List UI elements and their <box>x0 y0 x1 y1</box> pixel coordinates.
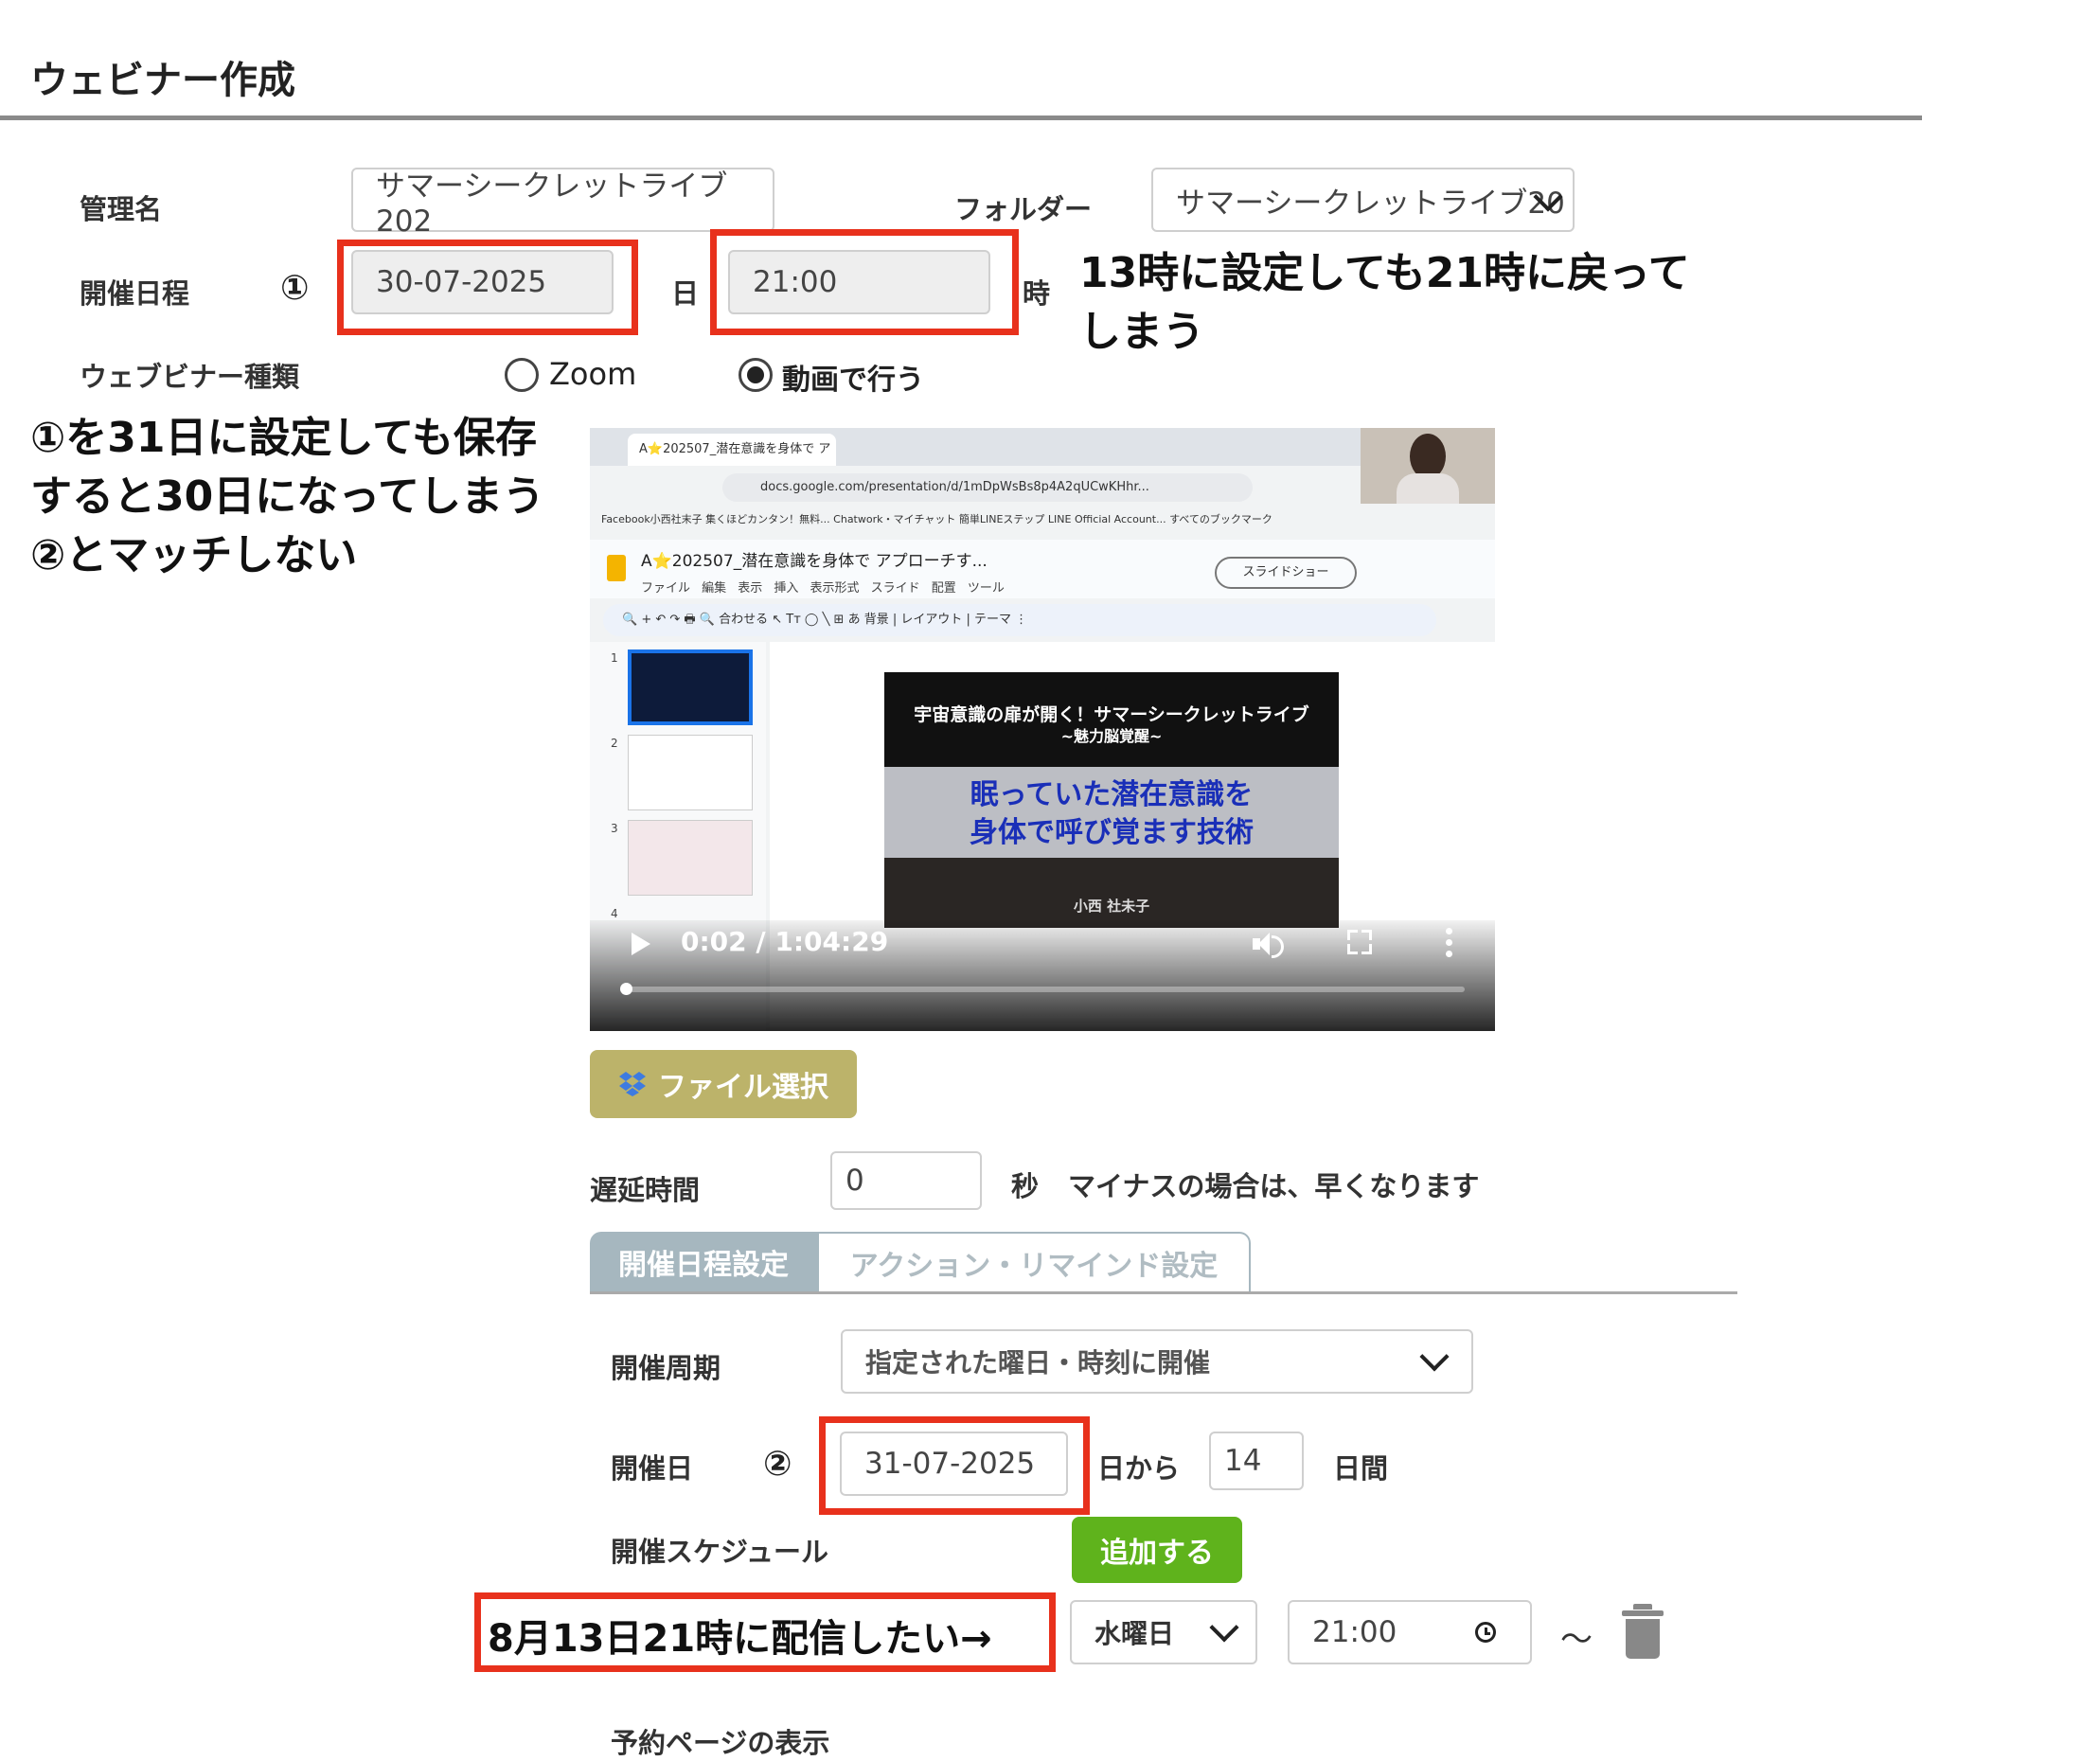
delay-note: マイナスの場合は、早くなります <box>1068 1170 1480 1202</box>
days-input[interactable]: 14 <box>1209 1432 1304 1490</box>
tab-action-remind-settings[interactable]: アクション・リマインド設定 <box>817 1232 1251 1292</box>
title-divider <box>0 116 1922 120</box>
slideshow-button: スライドショー <box>1215 557 1357 589</box>
folder-value: サマーシークレットライブ20 <box>1176 186 1565 221</box>
file-select-button[interactable]: ファイル選択 <box>590 1050 857 1118</box>
weekday-select[interactable]: 水曜日 <box>1070 1600 1257 1664</box>
slide-thumb-2 <box>628 735 753 810</box>
admin-name-input[interactable]: サマーシークレットライブ202 <box>351 168 774 239</box>
admin-name-label: 管理名 <box>80 193 163 225</box>
webcam-person-body <box>1397 473 1459 504</box>
slide-main-line2: 身体で呼び覚ます技術 <box>970 816 1254 849</box>
slides-toolbar: 🔍 + ↶ ↷ 🖶 🔍 合わせる ↖ Tт ◯ ╲ ⊞ あ 背景 | レイアウト… <box>603 604 1436 636</box>
bottom-note: 8月13日21時に配信したい→ <box>488 1617 992 1661</box>
radio-video-label: 動画で行う <box>782 364 924 397</box>
slide-title-1: 宇宙意識の扉が開く！サマーシークレットライブ <box>914 704 1309 725</box>
from-suffix: 日から <box>1097 1452 1181 1485</box>
chevron-down-icon <box>1209 1612 1239 1643</box>
schedule-date-input[interactable]: 30-07-2025 <box>351 250 614 314</box>
tab-schedule-settings[interactable]: 開催日程設定 <box>590 1232 817 1292</box>
start-date-value: 31-07-2025 <box>864 1447 1036 1481</box>
weekday-value: 水曜日 <box>1094 1618 1175 1649</box>
circle-2-marker: ② <box>763 1445 792 1484</box>
cycle-value: 指定された曜日・時刻に開催 <box>865 1347 1211 1379</box>
slide-thumb-1 <box>628 649 753 725</box>
webcam-person <box>1410 434 1446 479</box>
thumb-number: 4 <box>611 907 618 920</box>
slide-author: 小西 社未子 <box>1073 898 1150 915</box>
time-note-line1: 13時に設定しても21時に戻って <box>1079 249 1690 297</box>
video-time: 0:02 / 1:04:29 <box>681 926 889 957</box>
schedule-time-input[interactable]: 21:00 <box>728 250 990 314</box>
cycle-label: 開催周期 <box>611 1352 721 1384</box>
reservation-page-label: 予約ページの表示 <box>611 1727 830 1759</box>
webcam-overlay <box>1361 428 1495 504</box>
schedule-time-picker[interactable]: 21:00 <box>1288 1600 1532 1664</box>
time-note-line2: しまう <box>1079 308 1204 356</box>
browser-bookmarks: Facebook小西社末子 集くほどカンタン！無料... Chatwork・マイ… <box>601 513 1272 525</box>
slides-logo-icon <box>607 555 626 581</box>
trash-icon[interactable] <box>1619 1600 1668 1663</box>
browser-url: docs.google.com/presentation/d/1mDpWsBs8… <box>722 473 1253 502</box>
video-player[interactable]: A⭐202507_潜在意識を身体で ア docs.google.com/pres… <box>590 428 1495 1031</box>
schedule-label: 開催日程 <box>80 277 190 310</box>
left-note-line3: ②とマッチしない <box>30 531 358 579</box>
delay-label: 遅延時間 <box>590 1174 701 1206</box>
slide-main-line1: 眠っていた潜在意識を <box>970 778 1254 811</box>
slide-thumb-3 <box>628 820 753 896</box>
slide-title-2: ~魅力脳覚醒~ <box>1060 727 1163 745</box>
cycle-select[interactable]: 指定された曜日・時刻に開催 <box>841 1329 1473 1394</box>
page-title: ウェビナー作成 <box>30 59 295 102</box>
delay-value: 0 <box>845 1164 864 1198</box>
schedule-row-time-value: 21:00 <box>1312 1615 1397 1649</box>
file-select-label: ファイル選択 <box>658 1071 828 1104</box>
range-tilde: 〜 <box>1560 1621 1593 1659</box>
slide-main: 宇宙意識の扉が開く！サマーシークレットライブ ~魅力脳覚醒~ 眠っていた潜在意識… <box>884 672 1339 928</box>
schedule-list-label: 開催スケジュール <box>611 1536 828 1568</box>
chevron-down-icon <box>1419 1342 1450 1372</box>
thumb-number: 2 <box>611 737 618 750</box>
add-schedule-button[interactable]: 追加する <box>1072 1517 1242 1583</box>
left-note-line2: すると30日になってしまう <box>30 472 545 521</box>
radio-zoom[interactable] <box>505 358 539 392</box>
delay-input[interactable]: 0 <box>830 1151 982 1210</box>
video-progress-track[interactable] <box>622 987 1465 992</box>
days-value: 14 <box>1224 1444 1262 1478</box>
day-unit-label: 日 <box>671 277 700 310</box>
slide-bottom-band <box>884 858 1339 928</box>
days-suffix: 日間 <box>1333 1452 1389 1485</box>
clock-icon <box>1475 1622 1496 1643</box>
schedule-date-value: 30-07-2025 <box>376 265 547 299</box>
doc-title: A⭐202507_潜在意識を身体で アプローチす... <box>641 552 988 571</box>
more-options-icon[interactable] <box>1446 928 1453 958</box>
slide-main-text: 眠っていた潜在意識を 身体で呼び覚ます技術 <box>884 776 1339 852</box>
video-progress-handle[interactable] <box>620 983 632 995</box>
delay-unit: 秒 <box>1011 1170 1040 1202</box>
radio-zoom-label: Zoom <box>549 356 637 392</box>
folder-label: フォルダー <box>954 193 1093 225</box>
folder-select[interactable]: サマーシークレットライブ20 <box>1151 168 1575 232</box>
left-note-line1: ①を31日に設定しても保存 <box>30 414 537 462</box>
circle-1-marker: ① <box>280 269 310 308</box>
play-icon[interactable] <box>632 933 650 955</box>
volume-icon[interactable] <box>1253 930 1290 958</box>
admin-name-value: サマーシークレットライブ202 <box>376 169 728 239</box>
start-date-input[interactable]: 31-07-2025 <box>840 1432 1068 1496</box>
webinar-type-label: ウェブビナー種類 <box>80 361 300 393</box>
tabs-divider <box>590 1291 1737 1294</box>
radio-video[interactable] <box>739 358 773 392</box>
thumb-number: 3 <box>611 822 618 835</box>
schedule-time-value: 21:00 <box>753 265 838 299</box>
fullscreen-icon[interactable] <box>1347 930 1372 954</box>
thumb-number: 1 <box>611 651 618 665</box>
start-date-label: 開催日 <box>611 1452 694 1485</box>
doc-menu: ファイル 編集 表示 挿入 表示形式 スライド 配置 ツール <box>641 581 1005 596</box>
dropbox-icon <box>619 1072 646 1096</box>
browser-tab: A⭐202507_潜在意識を身体で ア <box>628 434 836 466</box>
hour-unit-label: 時 <box>1023 277 1051 310</box>
